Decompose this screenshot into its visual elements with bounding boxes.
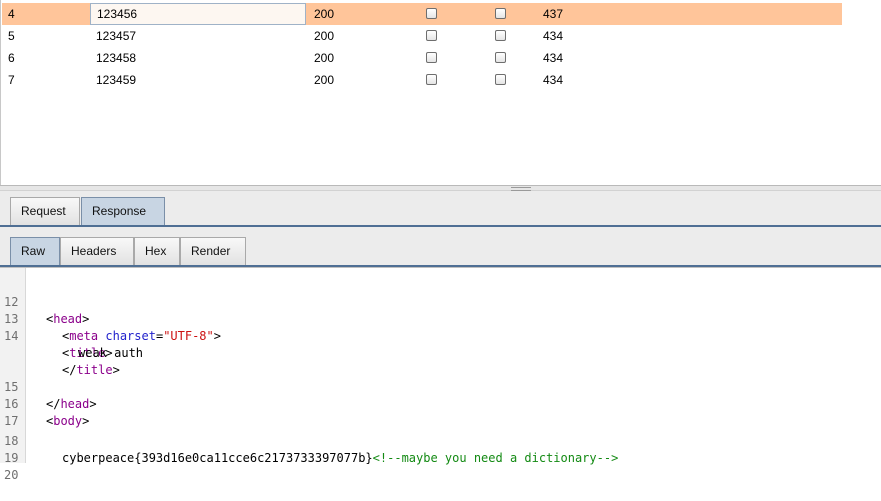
results-table: 4 123456 200 437 5 123457 200 434 6 1234… [0, 0, 881, 185]
error-checkbox[interactable] [426, 30, 437, 41]
timeout-checkbox[interactable] [495, 74, 506, 85]
request-number: 7 [8, 73, 15, 87]
message-tab-bar: Request Response [0, 191, 881, 227]
status-cell: 200 [314, 51, 335, 65]
error-checkbox[interactable] [426, 74, 437, 85]
length-cell: 434 [543, 51, 564, 65]
table-row[interactable]: 7 123459 200 434 [2, 69, 842, 91]
table-row[interactable]: 6 123458 200 434 [2, 47, 842, 69]
timeout-checkbox[interactable] [495, 8, 506, 19]
tab-raw[interactable]: Raw [10, 237, 60, 265]
length-cell: 434 [543, 29, 564, 43]
tab-request[interactable]: Request [10, 197, 80, 225]
line-number: 20 [4, 468, 19, 482]
view-tab-bar: Raw Headers Hex Render [0, 227, 881, 267]
request-number: 4 [8, 7, 15, 21]
payload-cell: 123458 [96, 51, 137, 65]
request-number: 6 [8, 51, 15, 65]
payload-cell: 123457 [96, 29, 137, 43]
tab-hex[interactable]: Hex [134, 237, 180, 265]
code-line: 20 [0, 450, 881, 482]
table-row[interactable]: 5 123457 200 434 [2, 25, 842, 47]
length-cell: 434 [543, 73, 564, 87]
response-raw-editor[interactable]: 12 <head> 13 <meta charset="UTF-8"> 14 <… [0, 267, 881, 482]
timeout-checkbox[interactable] [495, 30, 506, 41]
timeout-checkbox[interactable] [495, 52, 506, 63]
table-row[interactable]: 4 123456 200 437 [2, 3, 842, 25]
code-line: 18 cyberpeace{393d16e0ca11cce6c217373339… [0, 416, 881, 465]
request-number: 5 [8, 29, 15, 43]
code-line: 19 [0, 433, 881, 465]
code-line: </title> [0, 345, 881, 377]
tab-response[interactable]: Response [81, 197, 165, 225]
code-line: weak auth [0, 328, 881, 360]
tab-headers[interactable]: Headers [60, 237, 134, 265]
error-checkbox[interactable] [426, 52, 437, 63]
status-cell: 200 [314, 7, 335, 21]
tab-render[interactable]: Render [180, 237, 246, 265]
code-line: 15 </head> [0, 362, 881, 411]
length-cell: 437 [543, 7, 564, 21]
payload-cell: 123459 [96, 73, 137, 87]
code-line: 13 <meta charset="UTF-8"> [0, 294, 881, 343]
code-line: 16 <body> [0, 379, 881, 428]
code-line: 14 <title> [0, 311, 881, 360]
error-checkbox[interactable] [426, 8, 437, 19]
status-cell: 200 [314, 73, 335, 87]
status-cell: 200 [314, 29, 335, 43]
code-line: 17 [0, 396, 881, 428]
code-line: 12 <head> [0, 277, 881, 326]
payload-cell[interactable]: 123456 [90, 3, 306, 25]
